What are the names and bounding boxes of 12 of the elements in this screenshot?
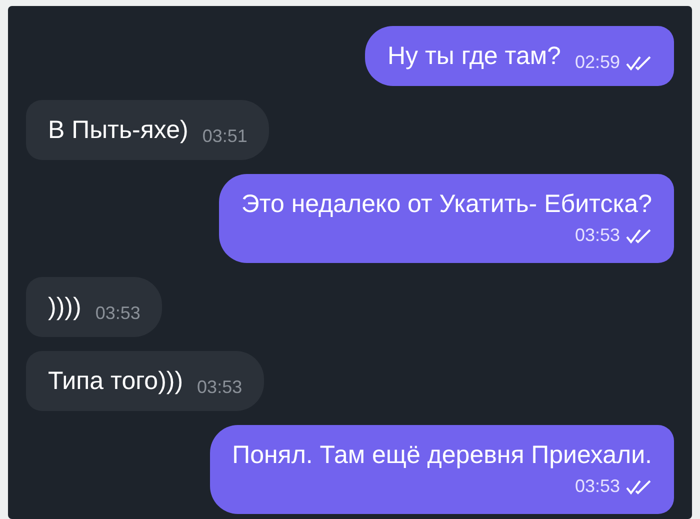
message-time: 03:53 <box>197 376 242 399</box>
message-text: В Пыть-яхе) <box>48 115 188 146</box>
message-text: )))) <box>48 292 82 323</box>
message-text: Понял. Там ещё деревня Приехали. <box>232 440 652 471</box>
message-text: Ну ты где там? <box>387 41 561 72</box>
message-time: 03:53 <box>574 224 620 247</box>
message-time: 03:53 <box>95 302 140 325</box>
message-time: 03:53 <box>574 475 620 498</box>
message-text: Типа того))) <box>48 366 184 397</box>
message-text: Это недалеко от Укатить- Ебитска? <box>241 189 652 220</box>
message-time: 03:51 <box>202 125 248 148</box>
message-time: 02:59 <box>574 51 620 74</box>
